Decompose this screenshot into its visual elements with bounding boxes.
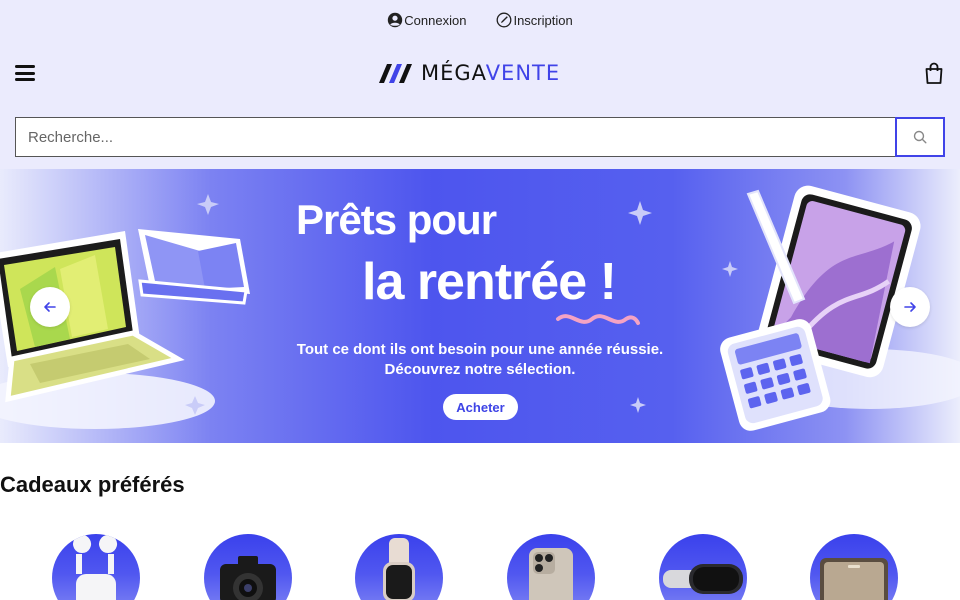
- favorite-item-earbuds[interactable]: [52, 534, 140, 600]
- favorite-item-camera[interactable]: [204, 534, 292, 600]
- smartphone-icon: [529, 548, 573, 600]
- banner-title-line1: Prêts pour: [296, 196, 497, 243]
- banner-subtitle-line1: Tout ce dont ils ont besoin pour une ann…: [296, 341, 664, 358]
- logo-mark-icon: [379, 64, 412, 83]
- login-label: Connexion: [404, 12, 467, 28]
- main-header: MÉGAVENTE: [0, 58, 960, 88]
- favorite-item-smartphone[interactable]: [507, 534, 595, 600]
- banner-buy-button[interactable]: Acheter: [443, 394, 518, 420]
- favorites-title: Cadeaux préférés: [0, 472, 185, 497]
- banner-subtitle-line2: Découvrez notre sélection.: [384, 361, 576, 378]
- camera-icon: [220, 556, 276, 600]
- carousel-next-button[interactable]: [890, 287, 930, 327]
- favorite-item-speaker[interactable]: [810, 534, 898, 600]
- smartwatch-icon: [383, 538, 415, 600]
- arrow-right-icon: [904, 302, 916, 312]
- login-link[interactable]: Connexion: [387, 11, 466, 29]
- favorite-item-vr-headset[interactable]: [659, 534, 747, 600]
- compass-pen-icon: [497, 12, 512, 28]
- carousel-prev-button[interactable]: [30, 287, 70, 327]
- vr-headset-icon: [663, 564, 743, 594]
- search-bar: [15, 117, 945, 157]
- user-icon: [388, 12, 403, 28]
- book-illustration: [138, 229, 250, 305]
- shopping-bag-icon[interactable]: [925, 62, 943, 84]
- logo-text-part1: MÉGA: [421, 61, 486, 85]
- arrow-left-icon: [44, 302, 56, 312]
- favorite-item-smartwatch[interactable]: [355, 534, 443, 600]
- menu-icon[interactable]: [15, 65, 35, 81]
- signup-link[interactable]: Inscription: [496, 11, 573, 29]
- banner-title-line2: la rentrée !: [362, 253, 617, 311]
- account-links: Connexion Inscription: [0, 11, 960, 29]
- earbuds-icon: [73, 535, 118, 600]
- logo[interactable]: MÉGAVENTE: [377, 60, 560, 86]
- search-button[interactable]: [895, 117, 945, 157]
- logo-text-part2: VENTE: [485, 61, 561, 85]
- favorites-list: [0, 534, 960, 600]
- speaker-icon: [820, 558, 888, 600]
- signup-label: Inscription: [513, 12, 573, 28]
- search-icon: [913, 130, 927, 144]
- logo-text: MÉGAVENTE: [421, 61, 560, 85]
- search-input[interactable]: [15, 117, 895, 157]
